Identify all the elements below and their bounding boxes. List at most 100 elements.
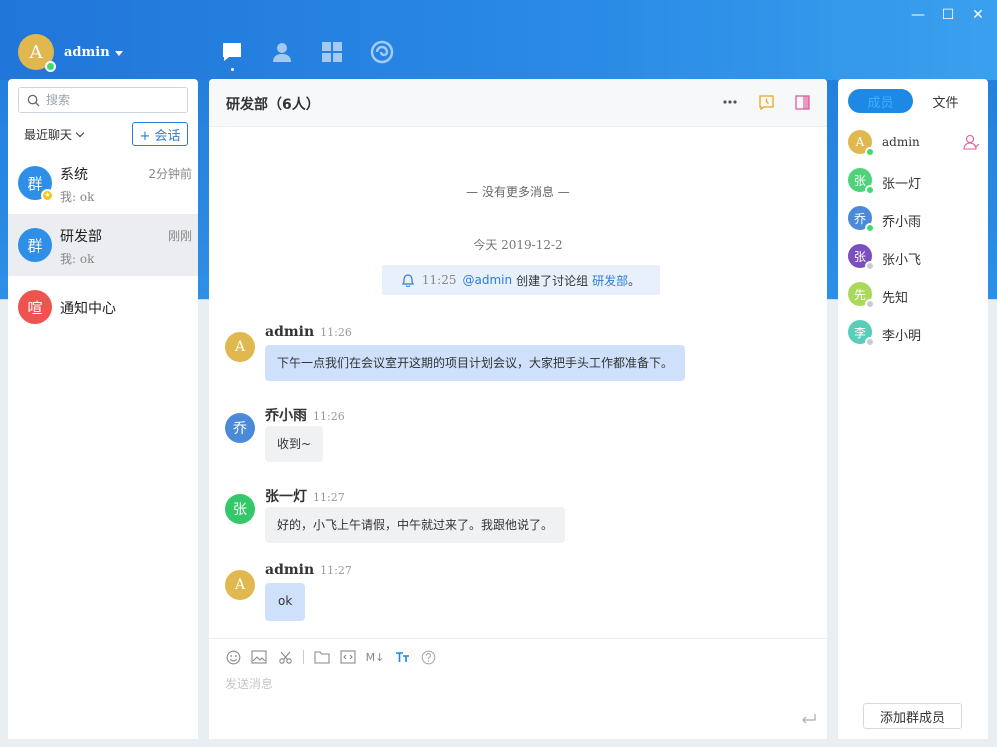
offline-status-dot <box>865 337 875 347</box>
nav-chat-tab[interactable] <box>220 40 244 71</box>
toggle-sidebar-button[interactable] <box>793 93 811 111</box>
group-avatar: 群 ★ <box>18 166 54 202</box>
more-options-button[interactable] <box>721 93 739 111</box>
contacts-icon <box>273 43 291 62</box>
conversation-name: 系统 <box>60 167 88 183</box>
search-input[interactable] <box>46 93 176 107</box>
member-name: 李小明 <box>882 329 922 344</box>
avatar-letter: A <box>29 41 43 63</box>
avatar-text: 喧 <box>27 298 43 317</box>
nav-contacts-tab[interactable] <box>270 40 294 64</box>
conversation-item-system[interactable]: 群 ★ 系统 2分钟前 我: ok <box>8 152 198 214</box>
avatar: 李 <box>848 320 875 347</box>
image-button[interactable] <box>251 649 267 665</box>
group-link[interactable]: 研发部 <box>592 272 628 289</box>
message-header: admin 11:27 <box>265 562 352 578</box>
nav-discover-tab[interactable] <box>370 40 394 64</box>
message-composer: M↓ <box>209 638 827 739</box>
conversation-preview: 我: ok <box>60 190 95 204</box>
message-header: admin 11:26 <box>265 324 352 340</box>
member-item[interactable]: 张 张小飞 <box>838 237 988 275</box>
apps-grid-icon <box>322 42 342 62</box>
nav-apps-tab[interactable] <box>320 40 344 64</box>
markdown-button[interactable]: M↓ <box>366 649 385 665</box>
tab-members[interactable]: 成员 <box>848 89 913 113</box>
user-menu[interactable]: A admin <box>18 34 123 72</box>
avatar-text: 群 <box>27 236 43 255</box>
conversation-list: 群 ★ 系统 2分钟前 我: ok 群 研发部 刚刚 我: ok 喧 通知中心 <box>8 152 198 338</box>
send-button[interactable] <box>801 713 817 729</box>
history-button[interactable] <box>757 93 775 111</box>
enter-send-icon <box>802 714 816 724</box>
message-bubble: 下午一点我们在会议室开这期的项目计划会议，大家把手头工作都准备下。 <box>265 345 686 381</box>
member-item[interactable]: A admin <box>838 123 988 161</box>
conversation-name: 研发部 <box>60 229 102 245</box>
window-controls: — ☐ ✕ <box>905 4 991 26</box>
message-bubble: 好的，小飞上午请假，中午就过来了。我跟他说了。 <box>265 507 566 543</box>
member-item[interactable]: 先 先知 <box>838 275 988 313</box>
date-divider: 今天 2019-12-2 <box>473 238 563 252</box>
message-bubble: ok <box>265 583 306 621</box>
member-item[interactable]: 乔 乔小雨 <box>838 199 988 237</box>
member-item[interactable]: 张 张一灯 <box>838 161 988 199</box>
emoji-button[interactable] <box>225 649 241 665</box>
avatar-text: 张 <box>853 249 866 264</box>
conversation-preview: 我: ok <box>60 252 95 266</box>
image-icon <box>251 650 267 664</box>
text-format-button[interactable] <box>394 649 410 665</box>
add-member-button[interactable]: 添加群成员 <box>863 703 962 729</box>
conversation-sidebar: 最近聊天 + 会话 群 ★ 系统 2分钟前 我: ok 群 研发部 刚刚 我: … <box>8 79 198 739</box>
message-bubble: 收到~ <box>265 426 324 462</box>
recent-chats-dropdown[interactable]: 最近聊天 <box>24 126 85 143</box>
avatar[interactable]: A <box>225 570 255 600</box>
chat-panel: 研发部（6人） — 没有更多消息 — 今天 2019-12-2 11:25 @a… <box>209 79 827 739</box>
member-list: A admin 张 张一灯 乔 乔小雨 张 张小飞 先 先知 李 李小明 <box>838 123 988 351</box>
conversation-item-rd[interactable]: 群 研发部 刚刚 我: ok <box>8 214 198 276</box>
avatar[interactable]: 乔 <box>225 413 255 443</box>
avatar[interactable]: 张 <box>225 494 255 524</box>
code-button[interactable] <box>340 649 356 665</box>
avatar-text: 李 <box>853 325 866 340</box>
offline-status-dot <box>865 299 875 309</box>
online-status-dot <box>45 61 56 72</box>
message-time: 11:26 <box>320 326 352 339</box>
close-button[interactable]: ✕ <box>965 4 991 26</box>
file-button[interactable] <box>314 649 330 665</box>
chat-header: 研发部（6人） <box>209 79 827 127</box>
mention-link[interactable]: @admin <box>462 273 512 287</box>
avatar[interactable]: A <box>225 332 255 362</box>
notice-end: 。 <box>628 273 641 288</box>
title-bar: — ☐ ✕ A admin <box>0 0 997 80</box>
member-item[interactable]: 李 李小明 <box>838 313 988 351</box>
chat-title: 研发部（6人） <box>226 97 320 113</box>
new-chat-button[interactable]: + 会话 <box>132 122 188 146</box>
conversation-name: 通知中心 <box>60 301 116 317</box>
online-status-dot <box>865 147 875 157</box>
screenshot-button[interactable] <box>277 649 293 665</box>
avatar-text: 先 <box>853 287 866 302</box>
minimize-button[interactable]: — <box>905 4 931 26</box>
main-nav <box>220 40 394 71</box>
member-name: admin <box>882 135 920 149</box>
search-box[interactable] <box>18 87 188 113</box>
avatar: 张 <box>848 168 875 195</box>
message-input[interactable] <box>225 677 805 691</box>
avatar-text: 群 <box>27 174 43 193</box>
search-icon <box>27 94 40 107</box>
help-button[interactable] <box>420 649 436 665</box>
text-size-icon <box>395 652 409 662</box>
member-name: 张一灯 <box>882 177 922 192</box>
chevron-down-icon <box>75 128 85 138</box>
notice-time: 11:25 <box>421 273 457 287</box>
avatar: 先 <box>848 282 875 309</box>
toolbar-divider <box>303 650 304 664</box>
message-header: 乔小雨 11:26 <box>265 405 345 425</box>
tab-files[interactable]: 文件 <box>913 89 978 113</box>
conversation-item-notifications[interactable]: 喧 通知中心 <box>8 276 198 338</box>
swirl-icon <box>370 40 394 64</box>
maximize-button[interactable]: ☐ <box>935 4 961 26</box>
star-icon: ★ <box>41 189 54 202</box>
chat-bubble-icon <box>223 43 241 61</box>
avatar-text: A <box>855 135 865 149</box>
member-name: 先知 <box>882 291 909 306</box>
